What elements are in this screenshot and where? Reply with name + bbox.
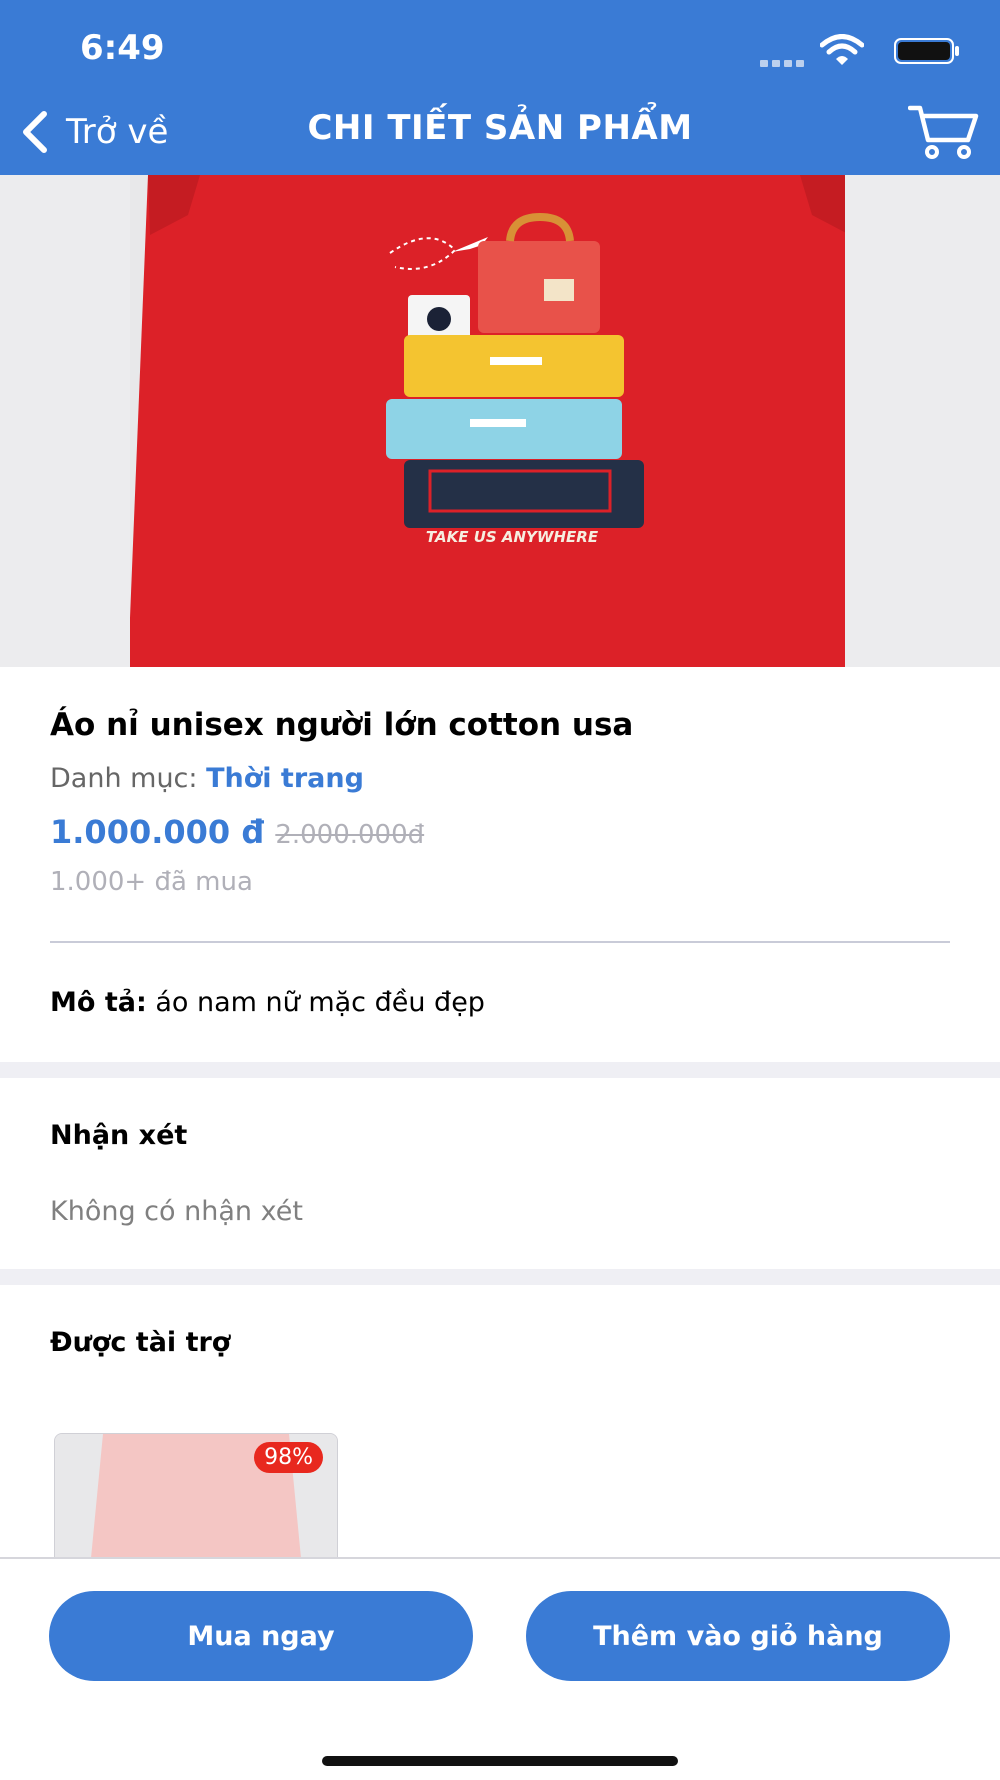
product-category: Danh mục: Thời trang	[50, 763, 364, 794]
action-bar: Mua ngay Thêm vào giỏ hàng	[0, 1557, 1000, 1780]
discount-badge: 98%	[254, 1442, 323, 1473]
status-time: 6:49	[80, 28, 165, 68]
divider	[50, 941, 950, 943]
section-separator	[0, 1269, 1000, 1285]
product-name: Áo nỉ unisex người lớn cotton usa	[50, 707, 634, 743]
wifi-icon	[820, 34, 864, 65]
battery-icon	[894, 38, 959, 64]
description-text: áo nam nữ mặc đều đẹp	[155, 987, 485, 1018]
sold-count: 1.000+ đã mua	[50, 867, 253, 897]
product-image: TAKE US ANYWHERE	[0, 175, 1000, 667]
product-price: 1.000.000 đ	[50, 813, 265, 851]
description-label: Mô tả:	[50, 987, 147, 1018]
add-to-cart-button[interactable]: Thêm vào giỏ hàng	[526, 1591, 950, 1681]
reviews-title: Nhận xét	[50, 1120, 188, 1151]
section-separator	[0, 1062, 1000, 1078]
product-old-price: 2.000.000đ	[275, 820, 425, 850]
reviews-empty: Không có nhận xét	[50, 1196, 303, 1227]
buy-now-button[interactable]: Mua ngay	[49, 1591, 473, 1681]
sponsored-title: Được tài trợ	[50, 1327, 231, 1358]
cart-icon[interactable]	[908, 102, 980, 162]
page-title: CHI TIẾT SẢN PHẨM	[307, 108, 693, 148]
category-label: Danh mục:	[50, 763, 198, 794]
category-link[interactable]: Thời trang	[206, 763, 364, 794]
status-icons	[720, 34, 960, 67]
sponsored-product-card[interactable]: 98%	[54, 1433, 338, 1558]
product-description: Mô tả: áo nam nữ mặc đều đẹp	[50, 987, 485, 1018]
price-row: 1.000.000 đ 2.000.000đ	[50, 813, 424, 851]
print-text: TAKE US ANYWHERE	[426, 528, 599, 546]
app-header: 6:49 Trở về CHI TIẾT SẢN PHẨM	[0, 0, 1000, 175]
home-indicator	[322, 1756, 678, 1766]
sweatshirt-illustration: TAKE US ANYWHERE	[0, 175, 1000, 667]
signal-icon	[760, 52, 810, 67]
